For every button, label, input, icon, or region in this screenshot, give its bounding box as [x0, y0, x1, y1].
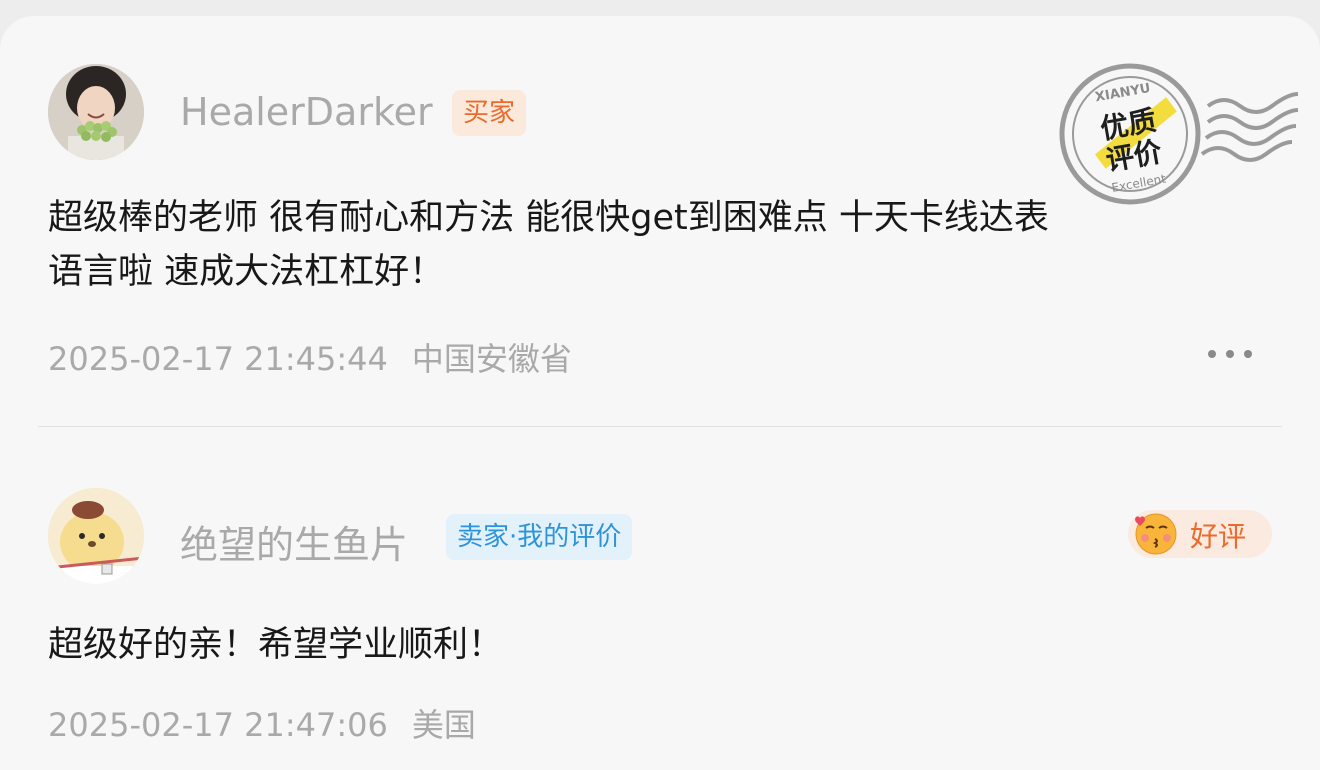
seller-badge: 卖家·我的评价 — [446, 514, 633, 560]
review-location: 中国安徽省 — [411, 340, 572, 378]
review-timestamp: 2025-02-17 21:45:44 — [48, 340, 388, 378]
kiss-emoji-icon — [1135, 513, 1177, 555]
more-dot-icon — [1226, 350, 1234, 358]
more-options-button[interactable] — [1208, 348, 1252, 360]
username[interactable]: 绝望的生鱼片 — [180, 514, 408, 569]
review-content-line: 超级好的亲！希望学业顺利！ — [48, 625, 504, 665]
review-content: 超级棒的老师 很有耐心和方法 能很快get到困难点 十天卡线达表 语言啦 速成大… — [48, 191, 1268, 299]
review-content-line: 超级棒的老师 很有耐心和方法 能很快get到困难点 十天卡线达表 — [48, 198, 1049, 238]
review-content: 超级好的亲！希望学业顺利！ — [48, 618, 1268, 672]
review-timestamp: 2025-02-17 21:47:06 — [48, 706, 388, 744]
rating-badge: 好评 — [1128, 510, 1272, 558]
reviews-card: HealerDarker 买家 XIANYU 优质 评价 Excellent 超… — [0, 16, 1320, 770]
review-item: 绝望的生鱼片 卖家·我的评价 好评 超级好的亲！希望学业顺利！ 2025-02-… — [0, 426, 1320, 770]
avatar-image — [48, 64, 144, 160]
buyer-badge: 买家 — [452, 90, 527, 136]
avatar[interactable] — [48, 488, 144, 584]
review-location: 美国 — [411, 706, 476, 744]
review-item: HealerDarker 买家 XIANYU 优质 评价 Excellent 超… — [0, 16, 1320, 426]
more-dot-icon — [1244, 350, 1252, 358]
review-meta: 2025-02-17 21:45:44 中国安徽省 — [48, 334, 572, 380]
avatar[interactable] — [48, 64, 144, 160]
rating-label: 好评 — [1190, 520, 1247, 553]
review-meta: 2025-02-17 21:47:06 美国 — [48, 700, 476, 746]
username[interactable]: HealerDarker — [180, 90, 433, 134]
review-content-line: 语言啦 速成大法杠杠好！ — [48, 252, 445, 292]
avatar-image — [48, 488, 144, 584]
more-dot-icon — [1208, 350, 1216, 358]
